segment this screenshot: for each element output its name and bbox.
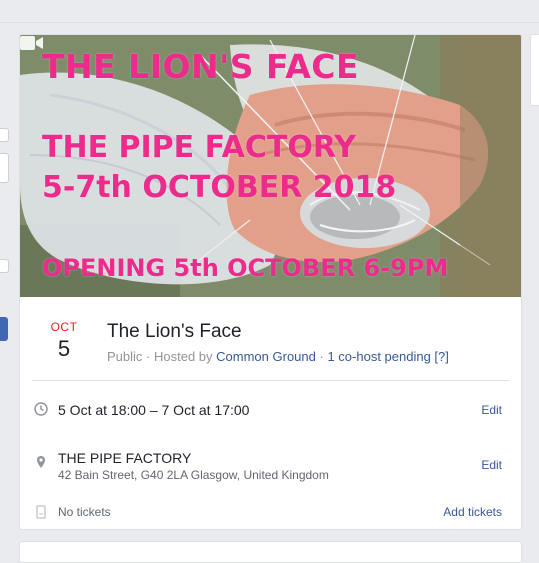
video-camera-icon[interactable] xyxy=(20,35,44,51)
cohost-pending-link[interactable]: 1 co-host pending [?] xyxy=(327,349,448,364)
left-column xyxy=(0,22,10,551)
ticket-icon xyxy=(36,505,46,519)
top-bar xyxy=(0,0,539,23)
cover-title-line: THE LION'S FACE xyxy=(42,47,360,86)
add-tickets-button[interactable]: Add tickets xyxy=(443,505,502,519)
host-link[interactable]: Common Ground xyxy=(216,349,316,364)
event-privacy: Public xyxy=(107,349,143,364)
location-address: 42 Bain Street, G40 2LA Glasgow, United … xyxy=(58,468,329,482)
divider xyxy=(32,380,509,381)
map-pin-icon xyxy=(37,456,45,468)
cover-venue-line: THE PIPE FACTORY xyxy=(42,130,357,165)
event-cover-photo[interactable]: THE LION'S FACE THE PIPE FACTORY 5-7th O… xyxy=(20,35,521,297)
next-card-stub xyxy=(19,541,522,563)
cover-opening-line: OPENING 5th OCTOBER 6-9PM xyxy=(42,254,449,282)
no-tickets-text: No tickets xyxy=(58,505,111,519)
event-date-block: OCT 5 xyxy=(43,320,85,362)
cohost-separator: · xyxy=(319,349,324,364)
event-title: The Lion's Face xyxy=(107,321,242,342)
clock-icon xyxy=(34,402,48,416)
left-control-stub-2[interactable] xyxy=(0,259,9,273)
event-month: OCT xyxy=(50,320,78,334)
hosted-by-label: · Hosted by xyxy=(146,349,213,364)
event-card: THE LION'S FACE THE PIPE FACTORY 5-7th O… xyxy=(19,34,522,530)
event-time-row: 5 Oct at 18:00 – 7 Oct at 17:00 Edit xyxy=(20,400,521,420)
right-panel-stub xyxy=(530,34,539,106)
location-name[interactable]: THE PIPE FACTORY xyxy=(58,450,191,466)
event-location-row: THE PIPE FACTORY 42 Bain Street, G40 2LA… xyxy=(20,447,521,483)
event-day: 5 xyxy=(57,336,71,361)
event-tickets-row: No tickets Add tickets xyxy=(20,502,521,522)
event-meta: Public · Hosted by Common Ground · 1 co-… xyxy=(107,349,449,364)
event-time-text: 5 Oct at 18:00 – 7 Oct at 17:00 xyxy=(58,402,250,418)
cover-dates-line: 5-7th OCTOBER 2018 xyxy=(42,170,397,205)
left-input-stub[interactable] xyxy=(0,153,9,183)
left-button-stub[interactable] xyxy=(0,317,8,341)
left-control-stub[interactable] xyxy=(0,128,9,142)
edit-time-button[interactable]: Edit xyxy=(481,403,502,417)
edit-location-button[interactable]: Edit xyxy=(481,458,502,472)
